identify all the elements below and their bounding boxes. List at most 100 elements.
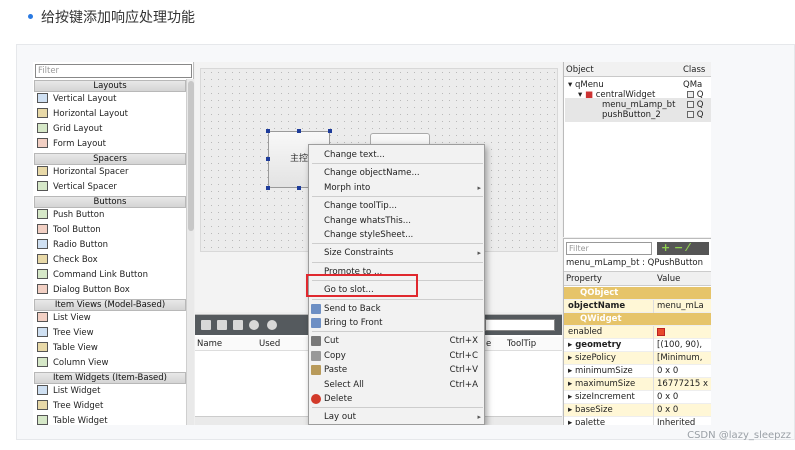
widget-item[interactable]: List View (34, 311, 186, 326)
menu-item-send-to-back[interactable]: Send to Back (309, 302, 486, 316)
property-value[interactable]: Inherited (657, 417, 711, 425)
property-row[interactable]: objectName menu_mLa (564, 300, 711, 313)
new-action-icon[interactable] (201, 320, 211, 330)
widget-item-label: List View (53, 313, 91, 323)
menu-item-paste[interactable]: Paste Ctrl+V (309, 363, 486, 377)
tree-row[interactable]: ▾ ■ centralWidget (578, 90, 655, 100)
widget-item[interactable]: Check Box (34, 253, 186, 268)
menu-item-change-text[interactable]: Change text... (309, 148, 486, 162)
selection-handle[interactable] (328, 129, 332, 133)
copy-action-icon[interactable] (217, 320, 227, 330)
property-row[interactable]: ▸ geometry [(100, 90), (564, 339, 711, 352)
property-value[interactable]: [Minimum, (657, 352, 711, 365)
property-value[interactable]: 0 x 0 (657, 391, 711, 404)
selection-handle[interactable] (297, 186, 301, 190)
column-header[interactable]: e (486, 339, 491, 349)
widget-category-header[interactable]: Item Widgets (Item-Based) (34, 372, 186, 384)
column-header[interactable]: Object (566, 65, 594, 75)
column-header[interactable]: Property (566, 274, 602, 284)
menu-item-change-objectname[interactable]: Change objectName... (309, 166, 486, 180)
checkbox-checked-icon[interactable] (657, 327, 665, 336)
bullet-icon (28, 13, 33, 19)
menu-item-bring-to-front[interactable]: Bring to Front (309, 316, 486, 330)
widget-item[interactable]: Vertical Spacer (34, 180, 186, 195)
widget-category-header[interactable]: Spacers (34, 153, 186, 165)
menu-item-copy[interactable]: Copy Ctrl+C (309, 349, 486, 363)
widget-item[interactable]: Form Layout (34, 137, 186, 152)
menu-separator (312, 298, 483, 300)
property-group-row[interactable]: QWidget (564, 313, 711, 326)
property-value[interactable]: 0 x 0 (657, 404, 711, 417)
widget-item[interactable]: Grid Layout (34, 122, 186, 137)
widget-item[interactable]: Tree View (34, 326, 186, 341)
property-row[interactable]: ▸ palette Inherited (564, 417, 711, 425)
widget-item-label: Tree View (53, 328, 94, 338)
widget-item[interactable]: Dialog Button Box (34, 283, 186, 298)
widget-item[interactable]: Table Widget (34, 414, 186, 425)
property-row[interactable]: ▸ sizePolicy [Minimum, (564, 352, 711, 365)
tree-row[interactable]: ▾ qMenu (568, 80, 604, 90)
property-group-row[interactable]: QObject (564, 287, 711, 300)
selection-handle[interactable] (266, 129, 270, 133)
property-row[interactable]: enabled (564, 326, 711, 339)
widget-item[interactable]: Push Button (34, 208, 186, 223)
property-row[interactable]: ▸ minimumSize 0 x 0 (564, 365, 711, 378)
action-filter-input[interactable] (485, 319, 555, 331)
property-value[interactable]: [(100, 90), (657, 339, 711, 352)
widget-category-header[interactable]: Item Views (Model-Based) (34, 299, 186, 311)
paste-action-icon[interactable] (233, 320, 243, 330)
menu-item-select-all[interactable]: Select All Ctrl+A (309, 378, 486, 392)
property-row[interactable]: ▸ sizeIncrement 0 x 0 (564, 391, 711, 404)
property-row[interactable]: ▸ baseSize 0 x 0 (564, 404, 711, 417)
widget-item[interactable]: Vertical Layout (34, 92, 186, 107)
menu-item-size-constraints[interactable]: Size Constraints ▸ (309, 246, 486, 260)
widget-item[interactable]: Column View (34, 356, 186, 371)
menu-item-change-whatsthis[interactable]: Change whatsThis... (309, 214, 486, 228)
column-header[interactable]: Class (683, 65, 705, 75)
menu-item-change-tooltip[interactable]: Change toolTip... (309, 199, 486, 213)
column-header[interactable]: ToolTip (507, 339, 536, 349)
property-value[interactable]: menu_mLa (657, 300, 711, 313)
widget-item[interactable]: Radio Button (34, 238, 186, 253)
menu-item-morph-into[interactable]: Morph into ▸ (309, 181, 486, 195)
widget-item[interactable]: Command Link Button (34, 268, 186, 283)
submenu-arrow-icon: ▸ (477, 413, 481, 422)
property-value[interactable]: 0 x 0 (657, 365, 711, 378)
menu-item-lay-out[interactable]: Lay out ▸ (309, 410, 486, 424)
column-header[interactable]: Value (657, 274, 680, 284)
property-name: enabled (568, 327, 603, 337)
menu-item-delete[interactable]: Delete (309, 392, 486, 406)
widget-item-label: Form Layout (53, 139, 107, 149)
selection-handle[interactable] (266, 186, 270, 190)
enabled-checkbox[interactable] (657, 326, 711, 339)
widget-item[interactable]: Tool Button (34, 223, 186, 238)
selection-handle[interactable] (297, 129, 301, 133)
menu-item-cut[interactable]: Cut Ctrl+X (309, 334, 486, 348)
widget-filter-input[interactable]: Filter (35, 64, 192, 78)
menu-separator (312, 261, 483, 263)
property-value[interactable]: 16777215 x (657, 378, 711, 391)
widget-category-header[interactable]: Buttons (34, 196, 186, 208)
menu-item-change-stylesheet[interactable]: Change styleSheet... (309, 228, 486, 242)
delete-action-icon[interactable] (249, 320, 259, 330)
tree-row[interactable]: menu_mLamp_bt (602, 100, 675, 110)
widget-item[interactable]: Horizontal Layout (34, 107, 186, 122)
add-property-button[interactable]: + − ⁄ (657, 242, 709, 255)
property-row[interactable]: ▸ maximumSize 16777215 x (564, 378, 711, 391)
scrollbar-thumb[interactable] (188, 81, 194, 231)
widget-item[interactable]: Tree Widget (34, 399, 186, 414)
selection-handle[interactable] (266, 157, 270, 161)
widget-box-scrollbar[interactable] (186, 79, 194, 425)
widget-item-label: Column View (53, 358, 109, 368)
widget-item[interactable]: List Widget (34, 384, 186, 399)
widget-item[interactable]: Horizontal Spacer (34, 165, 186, 180)
column-header[interactable]: Used (259, 339, 280, 349)
settings-icon[interactable] (267, 320, 277, 330)
widget-category-header[interactable]: Layouts (34, 80, 186, 92)
menu-separator (312, 243, 483, 245)
column-header[interactable]: Name (197, 339, 222, 349)
tree-row[interactable]: pushButton_2 (602, 110, 661, 120)
widget-item-label: Grid Layout (53, 124, 103, 134)
property-filter-input[interactable]: Filter (566, 242, 652, 255)
widget-item[interactable]: Table View (34, 341, 186, 356)
